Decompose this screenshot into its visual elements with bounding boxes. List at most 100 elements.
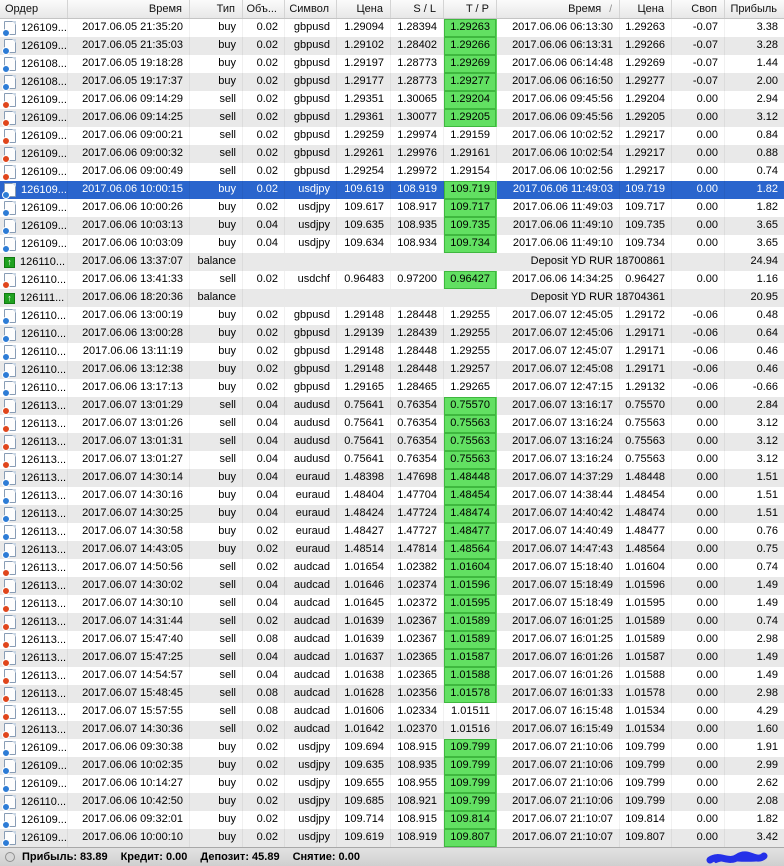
history-row[interactable]: 126109... 2017.06.06 10:02:35 buy 0.02 usdjp… <box>0 757 784 775</box>
column-header-5[interactable]: Цена <box>337 0 391 18</box>
cell-balance-comment: Deposit YD RUR 18704361 <box>243 289 672 307</box>
history-row[interactable]: 126109... 2017.06.06 09:32:01 buy 0.02 usdjp… <box>0 811 784 829</box>
column-header-9[interactable]: Цена <box>620 0 672 18</box>
cell-close-price: 0.96427 <box>620 271 672 289</box>
column-header-label: Время <box>148 3 182 15</box>
column-header-1[interactable]: Время <box>68 0 190 18</box>
cell-volume: 0.02 <box>243 325 285 343</box>
order-number: 126113... <box>21 597 67 610</box>
cell-order: 126109... <box>0 163 68 181</box>
cell-volume: 0.02 <box>243 775 285 793</box>
cell-volume: 0.02 <box>243 757 285 775</box>
history-row[interactable]: 126113... 2017.06.07 14:54:57 sell 0.04 audc… <box>0 667 784 685</box>
history-row[interactable]: 126113... 2017.06.07 14:30:14 buy 0.04 eurau… <box>0 469 784 487</box>
history-row[interactable]: 126108... 2017.06.05 19:17:37 buy 0.02 gbpus… <box>0 73 784 91</box>
cell-close-time: 2017.06.07 21:10:07 <box>497 811 620 829</box>
history-row-balance[interactable]: 126110...2017.06.06 13:37:07balanceDepos… <box>0 253 784 271</box>
history-row[interactable]: 126113... 2017.06.07 14:50:56 sell 0.02 audc… <box>0 559 784 577</box>
column-header-8[interactable]: Время / <box>497 0 620 18</box>
history-row[interactable]: 126110... 2017.06.06 10:42:50 buy 0.02 usdjp… <box>0 793 784 811</box>
column-header-10[interactable]: Своп <box>672 0 725 18</box>
order-sell-icon <box>2 651 16 667</box>
history-row[interactable]: 126110... 2017.06.06 13:17:13 buy 0.02 gbpus… <box>0 379 784 397</box>
cell-volume: 0.04 <box>243 397 285 415</box>
history-row[interactable]: 126109... 2017.06.06 10:14:27 buy 0.02 usdjp… <box>0 775 784 793</box>
history-row[interactable]: 126110... 2017.06.06 13:11:19 buy 0.02 gbpus… <box>0 343 784 361</box>
history-row[interactable]: 126113... 2017.06.07 15:57:55 sell 0.08 audc… <box>0 703 784 721</box>
cell-type: sell <box>190 595 243 613</box>
history-row[interactable]: 126113... 2017.06.07 14:30:58 buy 0.02 eurau… <box>0 523 784 541</box>
history-row[interactable]: 126113... 2017.06.07 15:47:40 sell 0.08 audc… <box>0 631 784 649</box>
history-row[interactable]: 126109... 2017.06.06 09:00:21 sell 0.02 gbpu… <box>0 127 784 145</box>
history-row[interactable]: 126109... 2017.06.06 10:03:13 buy 0.04 usdjp… <box>0 217 784 235</box>
history-row[interactable]: 126113... 2017.06.07 13:01:26 sell 0.04 audu… <box>0 415 784 433</box>
history-row[interactable]: 126113... 2017.06.07 13:01:27 sell 0.04 audu… <box>0 451 784 469</box>
history-row[interactable]: 126109... 2017.06.05 21:35:03 buy 0.02 gbpus… <box>0 37 784 55</box>
cell-order: 126109... <box>0 145 68 163</box>
order-buy-icon <box>2 741 16 757</box>
history-row[interactable]: 126113... 2017.06.07 14:43:05 buy 0.02 eurau… <box>0 541 784 559</box>
history-row[interactable]: 126113... 2017.06.07 14:30:02 sell 0.04 audc… <box>0 577 784 595</box>
cell-take-profit: 1.48564 <box>444 541 497 559</box>
column-header-4[interactable]: Символ <box>285 0 337 18</box>
history-row[interactable]: 126109... 2017.06.06 10:03:09 buy 0.04 usdjp… <box>0 235 784 253</box>
cell-close-time: 2017.06.07 21:10:06 <box>497 739 620 757</box>
history-row[interactable]: 126110... 2017.06.06 13:41:33 sell 0.02 usdc… <box>0 271 784 289</box>
column-header-3[interactable]: Объ... <box>243 0 285 18</box>
cell-order: 126109... <box>0 235 68 253</box>
history-row[interactable]: 126109... 2017.06.06 10:00:15 buy 0.02 usdjp… <box>0 181 784 199</box>
history-row[interactable]: 126113... 2017.06.07 13:01:29 sell 0.04 audu… <box>0 397 784 415</box>
history-row[interactable]: 126113... 2017.06.07 14:30:16 buy 0.04 eurau… <box>0 487 784 505</box>
cell-swap: 0.00 <box>672 595 725 613</box>
cell-take-profit: 1.01516 <box>444 721 497 739</box>
cell-order: 126113... <box>0 667 68 685</box>
column-header-0[interactable]: Ордер <box>0 0 68 18</box>
cell-open-time: 2017.06.07 15:47:25 <box>68 649 190 667</box>
history-row[interactable]: 126109... 2017.06.06 09:14:29 sell 0.02 gbpu… <box>0 91 784 109</box>
cell-close-price: 1.29132 <box>620 379 672 397</box>
cell-volume: 0.02 <box>243 163 285 181</box>
history-row-balance[interactable]: 126111...2017.06.06 18:20:36balanceDepos… <box>0 289 784 307</box>
order-number: 126109... <box>21 183 67 196</box>
order-number: 126109... <box>21 777 67 790</box>
cell-close-time: 2017.06.07 16:15:49 <box>497 721 620 739</box>
cell-open-price: 1.29148 <box>337 361 391 379</box>
history-row[interactable]: 126108... 2017.06.05 19:18:28 buy 0.02 gbpus… <box>0 55 784 73</box>
cell-close-time: 2017.06.06 06:13:31 <box>497 37 620 55</box>
history-row[interactable]: 126113... 2017.06.07 15:48:45 sell 0.08 audc… <box>0 685 784 703</box>
column-header-6[interactable]: S / L <box>391 0 444 18</box>
history-row[interactable]: 126110... 2017.06.06 13:00:28 buy 0.02 gbpus… <box>0 325 784 343</box>
cell-order: 126110... <box>0 253 68 271</box>
cell-type: sell <box>190 559 243 577</box>
history-row[interactable]: 126109... 2017.06.06 10:00:26 buy 0.02 usdjp… <box>0 199 784 217</box>
history-row[interactable]: 126113... 2017.06.07 14:30:36 sell 0.02 audc… <box>0 721 784 739</box>
history-row[interactable]: 126109... 2017.06.05 21:35:20 buy 0.02 gbpus… <box>0 19 784 37</box>
cell-open-time: 2017.06.07 15:57:55 <box>68 703 190 721</box>
order-number: 126109... <box>21 201 67 214</box>
column-header-7[interactable]: T / P <box>444 0 497 18</box>
cell-take-profit: 0.75563 <box>444 415 497 433</box>
column-header-11[interactable]: Прибыль <box>725 0 784 18</box>
history-row[interactable]: 126110... 2017.06.06 13:12:38 buy 0.02 gbpus… <box>0 361 784 379</box>
cell-open-time: 2017.06.07 15:48:45 <box>68 685 190 703</box>
history-row[interactable]: 126109... 2017.06.06 09:14:25 sell 0.02 gbpu… <box>0 109 784 127</box>
history-row[interactable]: 126113... 2017.06.07 15:47:25 sell 0.04 audc… <box>0 649 784 667</box>
history-row[interactable]: 126113... 2017.06.07 13:01:31 sell 0.04 audu… <box>0 433 784 451</box>
history-row[interactable]: 126109... 2017.06.06 09:00:49 sell 0.02 gbpu… <box>0 163 784 181</box>
history-row[interactable]: 126109... 2017.06.06 09:00:32 sell 0.02 gbpu… <box>0 145 784 163</box>
cell-profit: 3.65 <box>756 237 778 249</box>
cell-take-profit: 109.799 <box>444 775 497 793</box>
history-row[interactable]: 126113... 2017.06.07 14:31:44 sell 0.02 audc… <box>0 613 784 631</box>
history-row[interactable]: 126109... 2017.06.06 10:00:10 buy 0.02 usdjp… <box>0 829 784 847</box>
cell-stop-loss: 0.76354 <box>391 397 444 415</box>
history-row[interactable]: 126110... 2017.06.06 13:00:19 buy 0.02 gbpus… <box>0 307 784 325</box>
cell-open-price: 1.29261 <box>337 145 391 163</box>
cell-close-price: 1.48454 <box>620 487 672 505</box>
cell-swap: 0.00 <box>672 217 725 235</box>
cell-volume: 0.08 <box>243 631 285 649</box>
history-row[interactable]: 126113... 2017.06.07 14:30:25 buy 0.04 eurau… <box>0 505 784 523</box>
column-header-2[interactable]: Тип <box>190 0 243 18</box>
history-row[interactable]: 126113... 2017.06.07 14:30:10 sell 0.04 audc… <box>0 595 784 613</box>
history-row[interactable]: 126109... 2017.06.06 09:30:38 buy 0.02 usdjp… <box>0 739 784 757</box>
cell-close-time: 2017.06.07 14:47:43 <box>497 541 620 559</box>
